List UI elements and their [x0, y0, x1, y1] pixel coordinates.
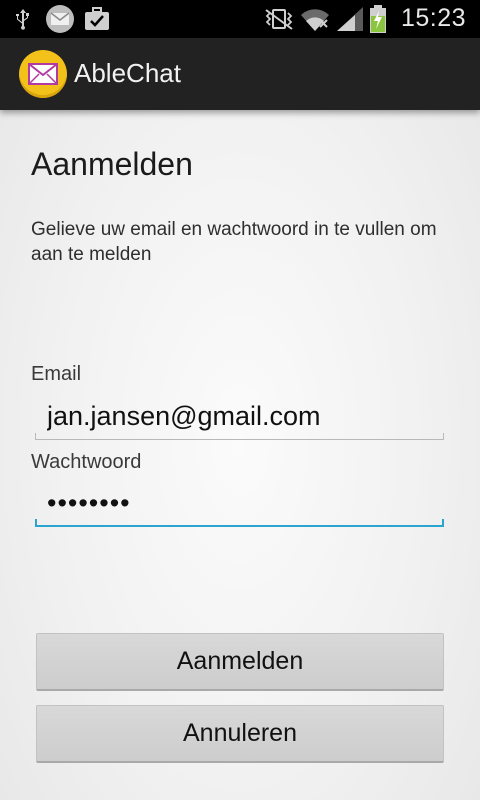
wifi-icon [301, 9, 329, 31]
password-underline-focused [35, 519, 444, 527]
briefcase-check-icon [85, 7, 109, 30]
password-label: Wachtwoord [31, 451, 142, 473]
email-notification-icon [46, 5, 74, 33]
signal-icon [337, 7, 363, 31]
instructions-text: Gelieve uw email en wachtwoord in te vul… [31, 219, 437, 265]
usb-icon [16, 9, 29, 30]
status-time: 15:23 [400, 4, 466, 32]
mail-envelope-icon [28, 63, 58, 85]
battery-charging-icon [370, 5, 386, 33]
page-title: Aanmelden [31, 146, 193, 182]
cancel-button[interactable]: Annuleren [36, 705, 444, 763]
vibrate-icon [265, 9, 293, 30]
password-field[interactable] [35, 481, 444, 527]
login-button[interactable]: Aanmelden [36, 633, 444, 691]
app-title: AbleChat [74, 58, 181, 88]
email-field[interactable] [35, 394, 444, 440]
email-input[interactable] [35, 394, 444, 438]
action-bar: AbleChat [0, 38, 480, 110]
status-bar: 15:23 [0, 0, 480, 38]
email-label: Email [31, 363, 82, 385]
app-icon[interactable] [19, 50, 67, 98]
email-underline [35, 433, 444, 440]
